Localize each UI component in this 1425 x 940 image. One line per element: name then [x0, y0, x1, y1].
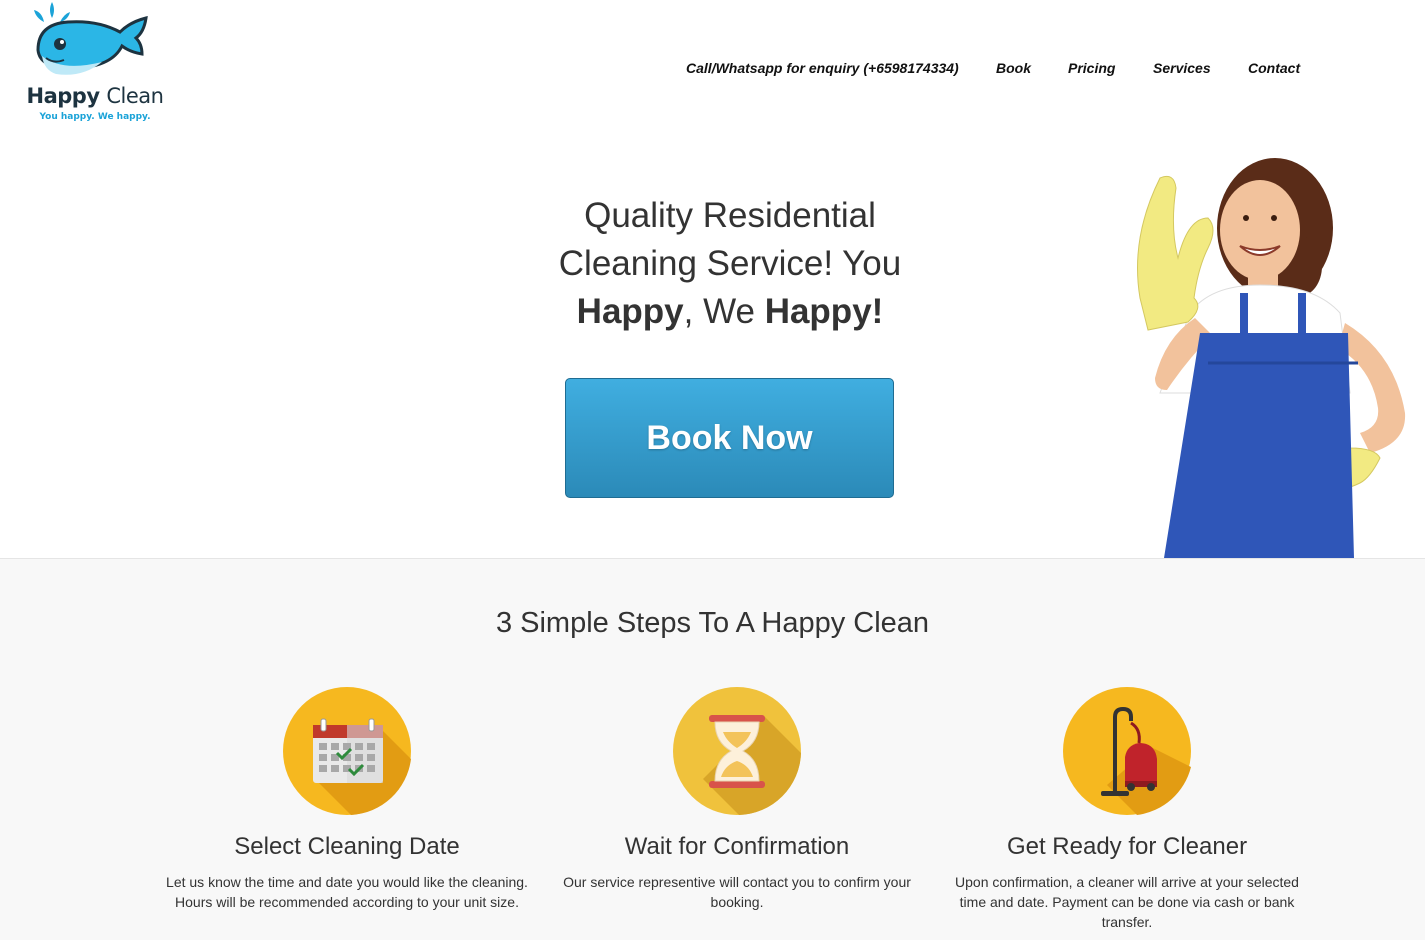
nav-contact-link[interactable]: Contact — [1248, 60, 1300, 76]
step-description: Upon confirmation, a cleaner will arrive… — [955, 874, 1299, 930]
cleaner-woman-image — [1137, 158, 1406, 558]
logo-tagline: You happy. We happy. — [39, 112, 151, 122]
logo-name-bold: Happy — [26, 84, 101, 108]
hero-section: Quality Residential Cleaning Service! Yo… — [0, 130, 1425, 558]
nav-book-link[interactable]: Book — [996, 60, 1031, 76]
vacuum-cleaner-icon — [1063, 687, 1191, 815]
whale-logo-icon — [34, 2, 148, 75]
book-now-button[interactable]: Book Now — [565, 378, 894, 498]
hero-headline: Quality Residential Cleaning Service! Yo… — [525, 192, 935, 336]
step-card: Get Ready for Cleaner Upon confirmation,… — [937, 687, 1317, 932]
step-title: Select Cleaning Date — [234, 833, 460, 860]
hero-line-3-mid: , We — [683, 292, 765, 331]
hero-line-1: Quality Residential — [584, 196, 876, 235]
hero-happy-1: Happy — [576, 292, 684, 331]
step-card: Wait for Confirmation Our service repres… — [547, 687, 927, 912]
steps-heading: 3 Simple Steps To A Happy Clean — [495, 607, 930, 639]
nav-enquiry-link[interactable]: Call/Whatsapp for enquiry (+6598174334) — [686, 60, 959, 76]
hero-line-2: Cleaning Service! You — [558, 244, 902, 283]
step-description: Our service representive will contact yo… — [563, 874, 911, 910]
nav-services-link[interactable]: Services — [1153, 60, 1211, 76]
site-logo[interactable]: Happy Clean You happy. We happy. — [20, 0, 170, 128]
hero-happy-2: Happy! — [764, 292, 884, 331]
hourglass-icon — [673, 687, 801, 815]
step-card: Select Cleaning Date Let us know the tim… — [157, 687, 537, 912]
nav-pricing-link[interactable]: Pricing — [1068, 60, 1115, 76]
step-description: Let us know the time and date you would … — [166, 874, 528, 910]
logo-wordmark: Happy Clean — [25, 84, 165, 108]
calendar-icon — [283, 687, 411, 815]
logo-name-regular: Clean — [106, 84, 164, 108]
step-title: Wait for Confirmation — [624, 833, 850, 860]
steps-section: 3 Simple Steps To A Happy Clean Select C… — [0, 558, 1425, 940]
step-title: Get Ready for Cleaner — [1006, 833, 1248, 860]
